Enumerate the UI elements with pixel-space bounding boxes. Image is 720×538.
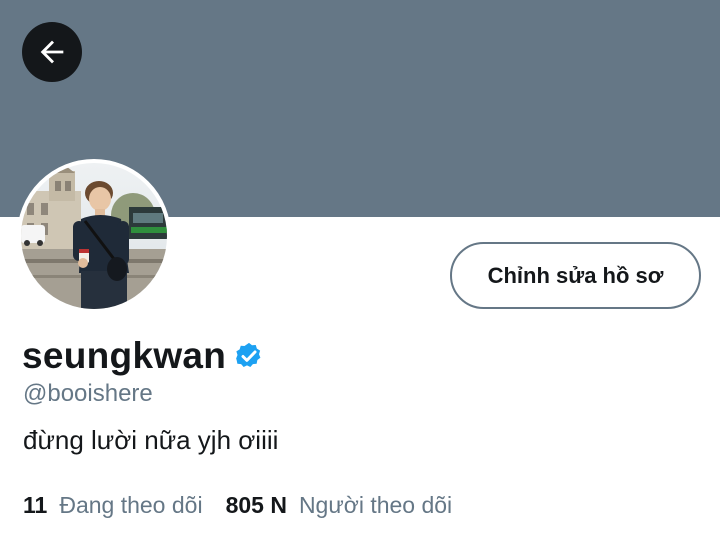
profile-stats: 11 Đang theo dõi 805 N Người theo dõi bbox=[23, 489, 452, 521]
verified-badge-icon bbox=[234, 341, 264, 371]
followers-count: 805 N bbox=[225, 491, 287, 518]
arrow-left-icon bbox=[40, 40, 64, 64]
following-link[interactable]: 11 Đang theo dõi bbox=[23, 492, 203, 519]
edit-profile-label: Chỉnh sửa hồ sơ bbox=[487, 262, 664, 288]
display-name: seungkwan bbox=[22, 335, 227, 376]
profile-photo bbox=[21, 163, 167, 309]
user-handle: @booishere bbox=[23, 380, 153, 407]
following-count: 11 bbox=[23, 491, 48, 518]
following-label: Đang theo dõi bbox=[59, 491, 203, 518]
edit-profile-button[interactable]: Chỉnh sửa hồ sơ bbox=[450, 242, 701, 309]
followers-link[interactable]: 805 N Người theo dõi bbox=[226, 492, 453, 519]
profile-bio: đừng lười nữa yjh ơiiii bbox=[23, 425, 279, 455]
avatar[interactable] bbox=[17, 159, 171, 313]
back-button[interactable] bbox=[22, 22, 82, 82]
name-row: seungkwan bbox=[22, 334, 264, 378]
followers-label: Người theo dõi bbox=[298, 491, 453, 518]
